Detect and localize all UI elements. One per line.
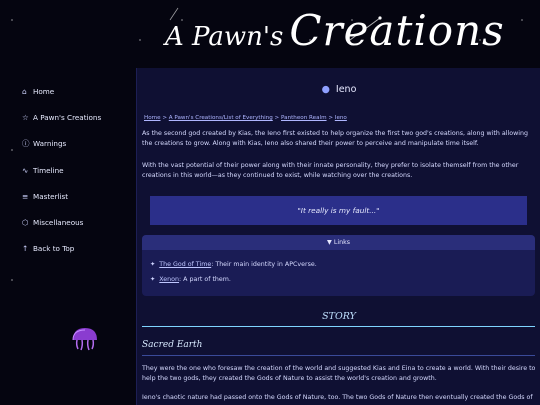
story-paragraph: Ieno's chaotic nature had passed onto th… (142, 394, 533, 401)
link-item: ✦ Xenon: A part of them. (150, 276, 231, 283)
link-xenon[interactable]: Xenon (159, 276, 179, 283)
link-item: ✦ The God of Time: Their main identity in… (150, 261, 317, 268)
sidebar-item-timeline[interactable]: ∿ Timeline (22, 157, 134, 183)
sparkle-icon: ✦ (150, 261, 156, 268)
list-icon: ≡ (22, 191, 29, 201)
sidebar-item-miscellaneous[interactable]: ⬡ Miscellaneous (22, 209, 134, 235)
logo-part2: Creations (289, 6, 505, 55)
sidebar-item-pawns-creations[interactable]: ☆ A Pawn's Creations (22, 104, 134, 130)
sidebar-item-label: A Pawn's Creations (33, 112, 102, 122)
sidebar-item-back-to-top[interactable]: ↑ Back to Top (22, 236, 134, 262)
links-toggle[interactable]: ▼ Links (142, 235, 535, 250)
breadcrumb-pantheon-realm[interactable]: Pantheon Realm (281, 115, 327, 121)
intro-paragraph: As the second god created by Kias, the I… (142, 130, 528, 148)
breadcrumb-home[interactable]: Home (144, 115, 161, 121)
sidebar-item-label: Timeline (33, 165, 64, 175)
links-panel: ▼ Links ✦ The God of Time: Their main ide… (142, 235, 535, 296)
page-title-text: Ieno (335, 84, 357, 95)
story-paragraph: They were the one who foresaw the creati… (142, 365, 536, 383)
home-icon: ⌂ (22, 86, 27, 96)
sidebar-item-label: Home (33, 86, 55, 96)
sidebar-item-label: Warnings (33, 139, 67, 149)
pulse-icon: ∿ (22, 165, 29, 175)
sidebar-item-label: Masterlist (33, 191, 69, 201)
sparkle-icon: ✦ (150, 276, 156, 283)
main-content: ● Ieno Home > A Pawn's Creations/List of … (136, 68, 540, 405)
sidebar-item-label: Miscellaneous (33, 218, 84, 228)
alien-icon: ● (321, 84, 330, 95)
site-logo[interactable]: A Pawn's Creations (165, 6, 505, 55)
sidebar-item-label: Back to Top (33, 244, 75, 254)
breadcrumb-list-of-everything[interactable]: A Pawn's Creations/List of Everything (169, 115, 273, 121)
intro-paragraph: With the vast potential of their power a… (142, 162, 519, 180)
star-icon: ☆ (22, 112, 29, 122)
info-icon: ⓘ (22, 139, 30, 149)
sidebar-item-masterlist[interactable]: ≡ Masterlist (22, 183, 134, 209)
story-heading: STORY (322, 311, 356, 322)
quote-box: "It really is my fault..." (150, 196, 527, 225)
page-title: ● Ieno (137, 84, 540, 95)
breadcrumb-separator: > (162, 115, 167, 121)
sidebar-nav: ⌂ Home ☆ A Pawn's Creations ⓘ Warnings ∿… (22, 78, 134, 262)
link-description: : Their main identity in APCverse. (211, 261, 317, 268)
arrow-up-icon: ↑ (22, 244, 29, 254)
divider (142, 355, 535, 356)
section-title: Sacred Earth (142, 340, 203, 350)
sidebar-item-home[interactable]: ⌂ Home (22, 78, 134, 104)
site-header: A Pawn's Creations (0, 0, 540, 68)
breadcrumb: Home > A Pawn's Creations/List of Everyt… (144, 115, 347, 121)
breadcrumb-separator: > (274, 115, 280, 121)
sidebar-item-warnings[interactable]: ⓘ Warnings (22, 131, 134, 157)
link-god-of-time[interactable]: The God of Time (159, 261, 211, 268)
divider (142, 326, 535, 327)
link-description: : A part of them. (179, 276, 231, 283)
breadcrumb-ieno[interactable]: Ieno (335, 115, 347, 121)
jellyfish-icon (72, 328, 97, 351)
logo-part1: A Pawn's (165, 22, 284, 52)
hexagon-icon: ⬡ (22, 218, 29, 228)
breadcrumb-separator: > (328, 115, 334, 121)
